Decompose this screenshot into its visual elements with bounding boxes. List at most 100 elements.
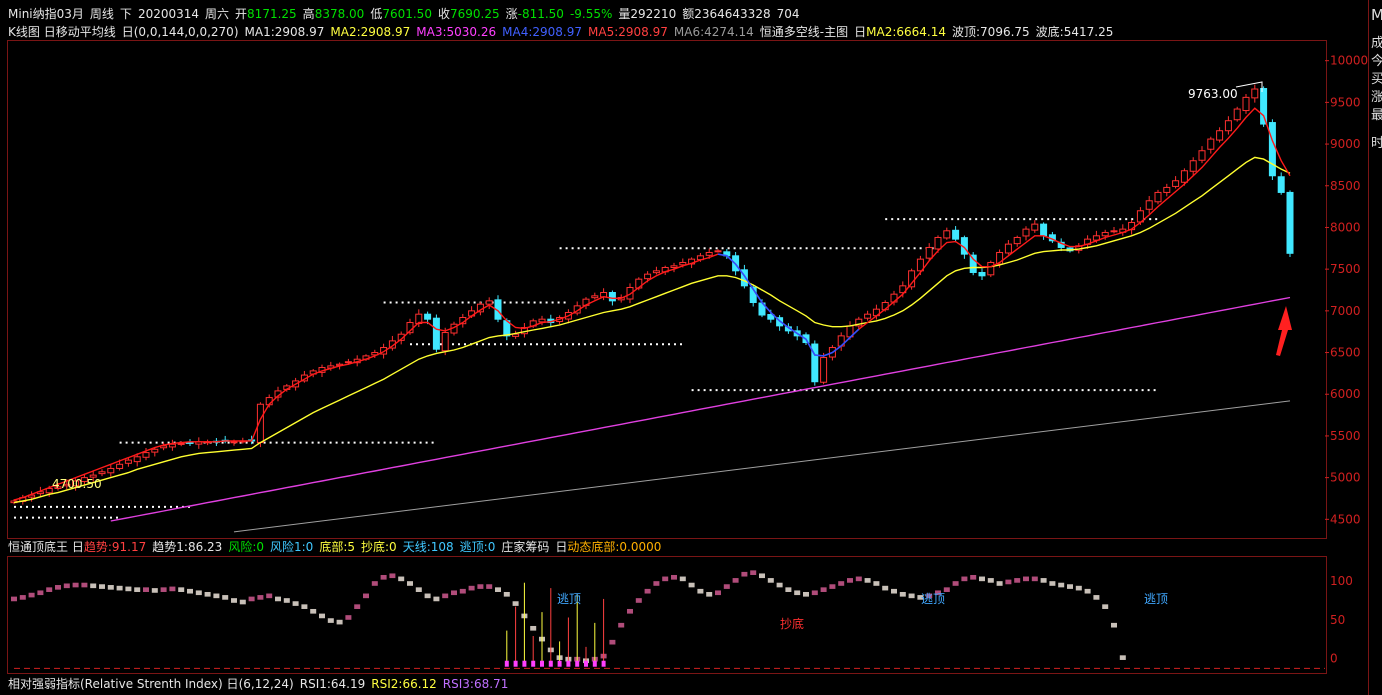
chaodi-label: 抄底 xyxy=(780,616,804,631)
candle-body xyxy=(978,271,986,277)
indicator-bar xyxy=(107,585,114,590)
indicator-bar xyxy=(653,581,660,586)
indicator-bar xyxy=(1049,581,1056,586)
indicator-bar xyxy=(81,582,88,588)
candle-body xyxy=(1216,130,1224,141)
indicator-bar xyxy=(820,587,827,592)
indicator-bar xyxy=(37,590,44,596)
indicator-bar xyxy=(231,598,237,603)
candle-body xyxy=(1286,191,1294,254)
indicator-bar xyxy=(741,571,748,577)
indicator-bar xyxy=(627,608,633,614)
panel-char-2: 今 xyxy=(1371,54,1382,69)
candle-body xyxy=(107,467,115,474)
indicator-bar xyxy=(1067,584,1073,589)
candle-body xyxy=(1040,223,1048,237)
indicator-bar xyxy=(803,591,809,597)
candle-body xyxy=(705,251,713,256)
indicator-bar xyxy=(970,574,977,580)
candle-body xyxy=(1277,176,1285,193)
chaodi-marker xyxy=(592,660,597,667)
candle-body xyxy=(1242,96,1250,112)
indicator-bar xyxy=(847,578,853,583)
candle-body xyxy=(133,456,141,463)
indicator-bar xyxy=(195,590,202,596)
candle-body xyxy=(934,236,942,250)
panel-char-3: 买 xyxy=(1371,72,1382,87)
indicator-bar xyxy=(266,593,273,599)
indicator-bar xyxy=(301,604,308,609)
candle-body xyxy=(1180,170,1188,183)
indicator-bar xyxy=(468,585,475,591)
indicator-bar xyxy=(1093,595,1100,600)
candle-body xyxy=(1198,150,1206,161)
y-tick-label: 9500 xyxy=(1330,95,1361,109)
indicator-bar xyxy=(204,591,211,597)
indicator-bar xyxy=(495,587,501,592)
indicator-bar xyxy=(635,598,642,603)
candle-body xyxy=(1233,108,1241,121)
panel-char-6: 时 xyxy=(1371,136,1382,151)
panel-char-4: 涨 xyxy=(1371,90,1382,105)
indicator-bar xyxy=(1084,588,1091,594)
y-tick-label: 5500 xyxy=(1330,429,1361,443)
indicator-bar xyxy=(882,585,889,591)
candle-body xyxy=(591,295,599,299)
indicator-bar xyxy=(899,591,906,597)
indicator-bar xyxy=(759,573,765,579)
candle-body xyxy=(124,459,132,464)
indicator-bar xyxy=(451,590,457,596)
chaodi-marker xyxy=(601,660,606,667)
indicator-bar xyxy=(776,582,783,588)
candle-body xyxy=(485,300,493,305)
indicator-bar xyxy=(855,576,862,582)
indicator-bar xyxy=(952,581,959,586)
indicator-bar xyxy=(723,584,730,589)
indicator-bar xyxy=(257,595,264,600)
indicator-bar xyxy=(477,584,484,589)
indicator-bar xyxy=(160,587,167,592)
indicator-bar xyxy=(644,588,651,594)
indicator-bar xyxy=(706,591,713,597)
ma-magenta-line xyxy=(110,296,1291,522)
right-info-panel[interactable]: M 成 今 买 涨 最 时 xyxy=(1368,0,1382,695)
y-tick-label: 5000 xyxy=(1330,471,1361,485)
y-tick-label: 8500 xyxy=(1330,179,1361,193)
indicator-bar xyxy=(891,588,897,594)
y-tick-label: 8000 xyxy=(1330,220,1361,234)
indicator-bar xyxy=(178,587,185,592)
indicator-bar xyxy=(794,590,801,596)
candle-body xyxy=(987,261,995,276)
candle-body xyxy=(943,230,951,239)
candle-body xyxy=(1251,88,1259,99)
indicator-bar xyxy=(46,587,53,592)
indicator-bar xyxy=(829,584,836,589)
y-tick-label: 9000 xyxy=(1330,137,1361,151)
candle-body xyxy=(98,471,106,475)
candle-body xyxy=(441,332,449,352)
indicator-bar xyxy=(63,583,70,589)
chaodi-marker xyxy=(504,660,509,667)
indicator-bar xyxy=(125,586,132,592)
candle-body xyxy=(116,463,124,469)
indicator-bar xyxy=(398,576,405,582)
ind-tick-label: 100 xyxy=(1330,574,1353,588)
candle-body xyxy=(512,333,520,337)
ind-tick-label: 0 xyxy=(1330,651,1338,665)
indicator-bar xyxy=(345,615,352,620)
indicator-bar xyxy=(987,578,994,583)
indicator-bar xyxy=(679,576,686,582)
indicator-bar xyxy=(1031,576,1038,582)
candle-body xyxy=(142,452,150,458)
indicator-bar xyxy=(371,581,378,586)
indicator-bar xyxy=(143,587,149,592)
indicator-bar xyxy=(354,604,361,609)
kline-chart[interactable]: 10000 9500 9000 8500 8000 7500 7000 6500 6000 550… xyxy=(0,0,1368,695)
candle-body xyxy=(652,270,660,274)
taoding-label-3: 逃顶 xyxy=(1144,592,1168,606)
candle-body xyxy=(1207,138,1215,150)
indicator-bar xyxy=(908,593,915,599)
candle-body xyxy=(1260,88,1268,125)
indicator-bar xyxy=(363,593,369,599)
candle-body xyxy=(925,246,933,259)
